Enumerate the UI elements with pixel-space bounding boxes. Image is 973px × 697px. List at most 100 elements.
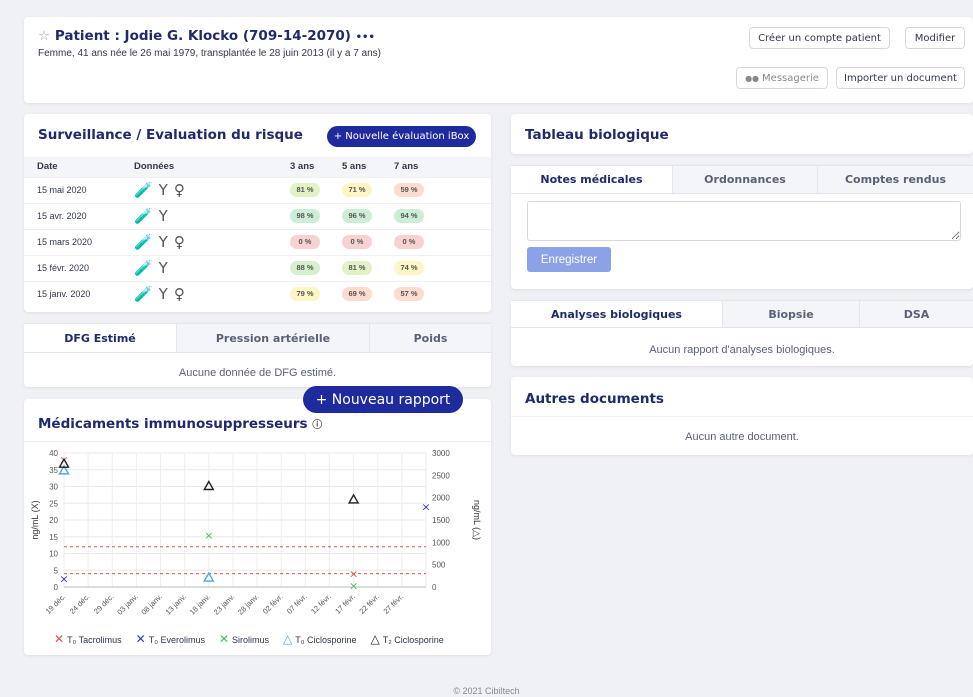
score-badge: 0 % xyxy=(394,235,424,249)
y-tick-left: 40 xyxy=(49,449,58,458)
import-document-button[interactable]: Importer un document xyxy=(836,67,965,89)
row-data-icons: 🧪Y xyxy=(134,254,290,281)
legend-item[interactable]: △ T₂ Ciclosporine xyxy=(371,632,444,646)
tab-biological-analyses[interactable]: Analyses biologiques xyxy=(511,300,723,327)
y-axis-label-left: ng/mL (X) xyxy=(30,500,40,539)
y-axis-label-right: ng/mL (△) xyxy=(472,500,482,540)
legend-item[interactable]: ✕ T₀ Tacrolimus xyxy=(54,632,122,646)
col-date: Date xyxy=(37,161,58,173)
col-3y: 3 ans xyxy=(290,161,315,173)
data-icons: 🧪Y♀ xyxy=(134,285,191,304)
chart-legend: ✕ T₀ Tacrolimus ✕ T₀ Everolimus ✕ Sirolimus △ T… xyxy=(54,632,444,646)
y-tick-left: 20 xyxy=(49,516,58,525)
y-tick-right: 1500 xyxy=(432,516,450,525)
y-tick-left: 5 xyxy=(54,566,59,575)
y-tick-left: 30 xyxy=(49,483,58,492)
surveillance-card: Surveillance / Evaluation du risque + No… xyxy=(24,114,491,312)
legend-item[interactable]: ✕ T₀ Everolimus xyxy=(136,632,205,646)
table-row[interactable]: 15 févr. 2020 🧪Y 88 % 81 % 74 % xyxy=(24,254,491,281)
legend-item[interactable]: ✕ Sirolimus xyxy=(219,632,269,646)
dfg-tabs: DFG Estimé Pression artérielle Poids xyxy=(24,323,491,353)
row-date: 15 janv. 2020 xyxy=(24,280,134,307)
more-icon[interactable]: ••• xyxy=(356,32,375,43)
score-badge: 69 % xyxy=(342,287,372,302)
score-badge: 81 % xyxy=(290,183,320,197)
tab-dsa[interactable]: DSA xyxy=(860,300,973,327)
x-tick-label: 13 janv. xyxy=(164,592,189,617)
other-docs-separator xyxy=(511,416,973,417)
new-report-button[interactable]: + Nouveau rapport xyxy=(303,386,463,413)
analyses-empty-message: Aucun rapport d'analyses biologiques. xyxy=(649,344,835,356)
star-icon[interactable]: ☆ xyxy=(38,28,50,44)
analyses-card: Analyses biologiques Biopsie DSA Aucun r… xyxy=(511,300,973,366)
row-score: 74 % xyxy=(394,254,491,281)
save-button[interactable]: Enregistrer xyxy=(527,247,611,272)
table-row[interactable]: 15 mars 2020 🧪Y♀ 0 % 0 % 0 % xyxy=(24,228,491,255)
chart-separator xyxy=(24,441,491,442)
row-date: 15 mai 2020 xyxy=(24,176,134,203)
table-row[interactable]: 15 janv. 2020 🧪Y♀ 79 % 69 % 57 % xyxy=(24,280,491,307)
legend-label: T₂ Ciclosporine xyxy=(382,635,444,645)
col-5y: 5 ans xyxy=(342,161,367,173)
other-docs-empty-message: Aucun autre document. xyxy=(685,431,799,443)
legend-label: Sirolimus xyxy=(232,635,270,645)
info-icon[interactable]: ⓘ xyxy=(312,420,322,431)
new-ibox-evaluation-button[interactable]: + Nouvelle évaluation iBox xyxy=(327,126,476,147)
messaging-button[interactable]: ●● Messagerie xyxy=(736,67,828,89)
data-point-x: × xyxy=(421,501,430,514)
x-tick-label: 27 févr. xyxy=(382,592,406,616)
row-score: 0 % xyxy=(342,228,394,255)
score-badge: 98 % xyxy=(290,209,320,223)
surveillance-header-row: Date Données 3 ans 5 ans 7 ans xyxy=(24,157,491,177)
table-row[interactable]: 15 avr. 2020 🧪Y 98 % 96 % 94 % xyxy=(24,202,491,229)
triangle-icon: △ xyxy=(283,632,293,646)
tab-reports[interactable]: Comptes rendus xyxy=(818,165,973,193)
row-data-icons: 🧪Y♀ xyxy=(134,280,290,307)
data-icons: 🧪Y♀ xyxy=(134,233,191,251)
score-badge: 81 % xyxy=(342,261,372,275)
row-score: 57 % xyxy=(394,280,491,307)
row-score: 81 % xyxy=(342,254,394,281)
patient-subtitle: Femme, 41 ans née le 26 mai 1979, transp… xyxy=(38,48,381,59)
analyses-tabs: Analyses biologiques Biopsie DSA xyxy=(511,300,973,328)
tab-medical-notes[interactable]: Notes médicales xyxy=(511,165,673,193)
row-date: 15 avr. 2020 xyxy=(24,202,134,229)
row-score: 94 % xyxy=(394,202,491,229)
x-tick-label: 29 déc. xyxy=(92,592,116,616)
create-account-button[interactable]: Créer un compte patient xyxy=(749,27,890,49)
score-badge: 88 % xyxy=(290,261,320,275)
y-tick-right: 1000 xyxy=(432,538,450,547)
patient-title-row: ☆ Patient : Jodie G. Klocko (709-14-2070… xyxy=(38,28,375,44)
patient-title: Patient : Jodie G. Klocko (709-14-2070) xyxy=(54,28,351,44)
other-docs-card: Autres documents Aucun autre document. xyxy=(511,377,973,455)
modify-button[interactable]: Modifier xyxy=(905,27,965,49)
tab-weight[interactable]: Poids xyxy=(370,323,491,352)
cross-icon: ✕ xyxy=(218,632,230,646)
x-tick-label: 07 févr. xyxy=(285,592,309,616)
cross-icon: ✕ xyxy=(135,632,146,646)
col-7y: 7 ans xyxy=(394,161,419,173)
row-score: 79 % xyxy=(290,280,342,307)
x-tick-label: 19 déc. xyxy=(44,592,68,616)
table-row[interactable]: 15 mai 2020 🧪Y♀ 81 % 71 % 59 % xyxy=(24,176,491,203)
tab-prescriptions[interactable]: Ordonnances xyxy=(673,165,818,193)
y-tick-right: 500 xyxy=(432,561,446,570)
meds-title-row: Médicaments immunosuppresseurs ⓘ xyxy=(38,416,322,432)
y-tick-left: 0 xyxy=(54,583,59,592)
x-tick-label: 08 janv. xyxy=(139,592,164,617)
score-badge: 0 % xyxy=(290,235,320,249)
tab-blood-pressure[interactable]: Pression artérielle xyxy=(177,323,370,352)
row-date: 15 mars 2020 xyxy=(24,228,134,255)
col-data: Données xyxy=(134,161,175,173)
tab-biopsy[interactable]: Biopsie xyxy=(723,300,860,327)
meds-title: Médicaments immunosuppresseurs xyxy=(38,416,308,432)
notes-card: Notes médicales Ordonnances Comptes rend… xyxy=(511,165,973,289)
score-badge: 94 % xyxy=(394,209,424,223)
tab-dfg[interactable]: DFG Estimé xyxy=(24,323,177,352)
x-tick-label: 02 févr. xyxy=(261,592,285,616)
dfg-card: DFG Estimé Pression artérielle Poids Auc… xyxy=(24,323,491,387)
meds-card: Médicaments immunosuppresseurs ⓘ 0 5 10 15 2… xyxy=(24,399,491,655)
notes-textarea[interactable] xyxy=(527,201,961,241)
chat-icon: ●● xyxy=(745,73,760,83)
legend-item[interactable]: △ T₀ Ciclosporine xyxy=(283,632,357,646)
